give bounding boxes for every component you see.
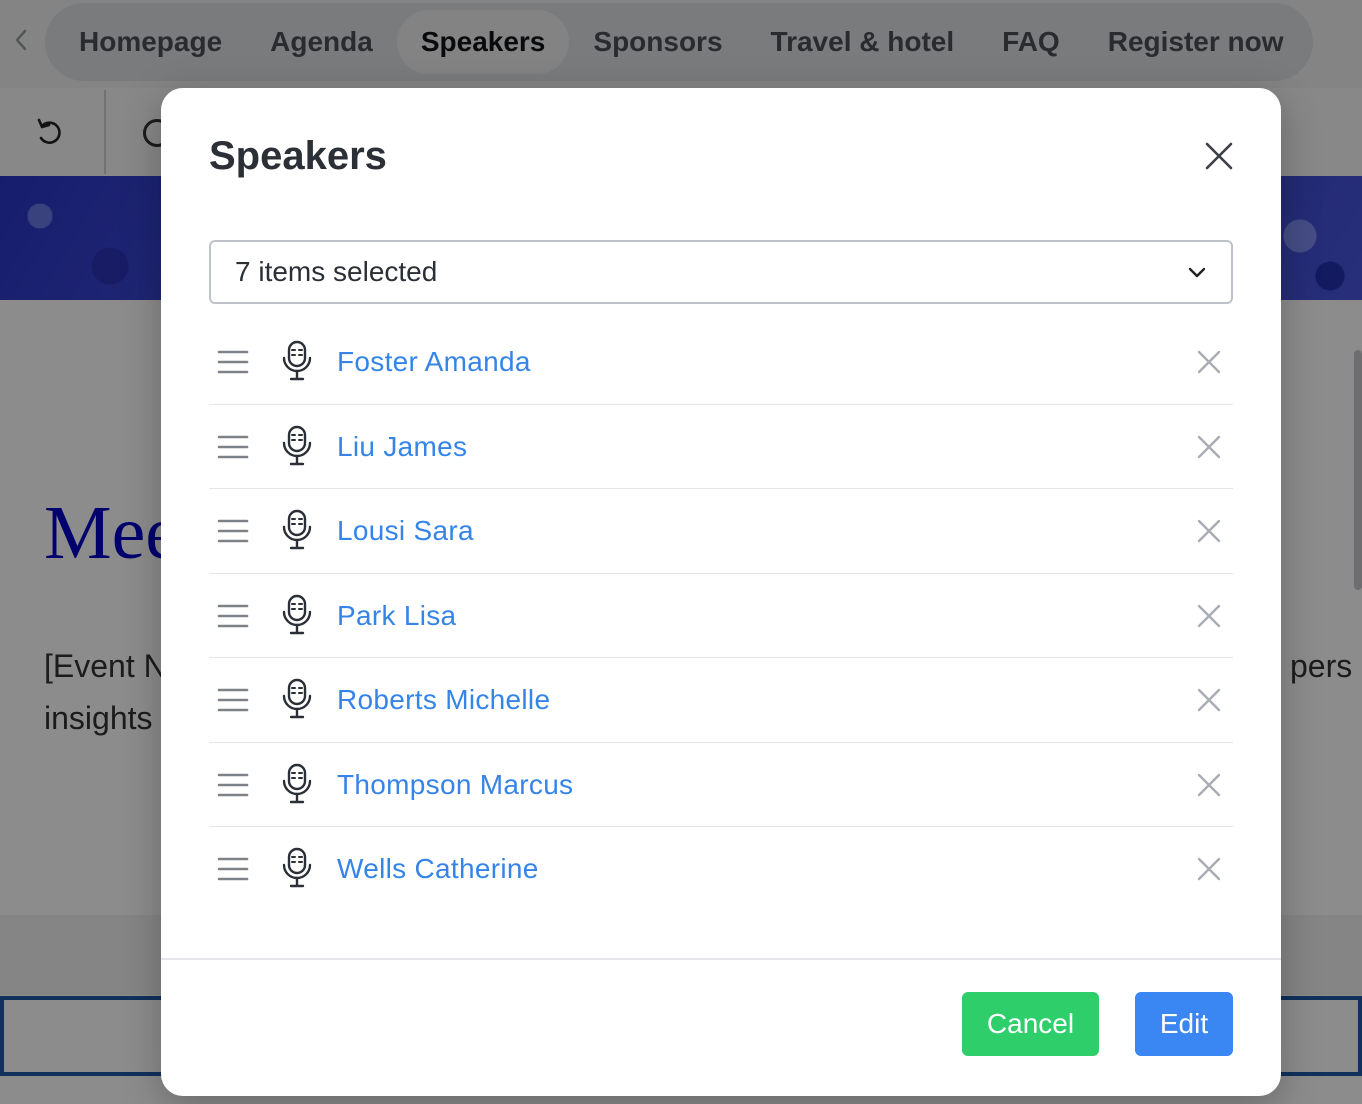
remove-icon[interactable] [1193,853,1225,885]
speaker-row: Lousi Sara [209,489,1233,574]
edit-button[interactable]: Edit [1135,992,1233,1056]
drag-handle-icon[interactable] [217,771,249,799]
microphone-icon [282,340,312,381]
speaker-name-link[interactable]: Wells Catherine [337,827,539,911]
drag-handle-icon[interactable] [217,602,249,630]
speakers-modal: Speakers 7 items selected Foster Amanda [161,88,1281,1096]
speakers-select[interactable]: 7 items selected [209,240,1233,304]
microphone-icon [282,425,312,465]
remove-icon[interactable] [1193,769,1225,801]
speaker-row: Wells Catherine [209,827,1233,912]
speaker-row: Roberts Michelle [209,658,1233,743]
remove-icon[interactable] [1193,600,1225,632]
close-icon[interactable] [1199,136,1239,176]
speaker-name-link[interactable]: Lousi Sara [337,489,474,573]
drag-handle-icon[interactable] [217,517,249,545]
drag-handle-icon[interactable] [217,348,249,376]
microphone-icon [282,594,312,634]
cancel-button[interactable]: Cancel [962,992,1099,1056]
speaker-row: Park Lisa [209,574,1233,658]
speaker-row: Thompson Marcus [209,743,1233,827]
microphone-icon [282,847,312,888]
speaker-name-link[interactable]: Park Lisa [337,574,456,658]
microphone-icon [282,678,312,719]
speaker-name-link[interactable]: Roberts Michelle [337,658,550,742]
speaker-name-link[interactable]: Liu James [337,405,467,489]
chevron-down-icon [1188,267,1206,278]
speaker-row: Foster Amanda [209,320,1233,405]
drag-handle-icon[interactable] [217,433,249,461]
speaker-name-link[interactable]: Foster Amanda [337,320,531,404]
select-value: 7 items selected [235,256,438,287]
remove-icon[interactable] [1193,431,1225,463]
remove-icon[interactable] [1193,346,1225,378]
speaker-row: Liu James [209,405,1233,489]
microphone-icon [282,763,312,803]
drag-handle-icon[interactable] [217,686,249,714]
modal-title: Speakers [209,134,387,178]
microphone-icon [282,509,312,550]
speaker-name-link[interactable]: Thompson Marcus [337,743,573,827]
modal-footer-divider [161,958,1281,960]
remove-icon[interactable] [1193,515,1225,547]
drag-handle-icon[interactable] [217,855,249,883]
remove-icon[interactable] [1193,684,1225,716]
speaker-list: Foster Amanda Liu James Lousi Sara Park … [209,320,1233,912]
